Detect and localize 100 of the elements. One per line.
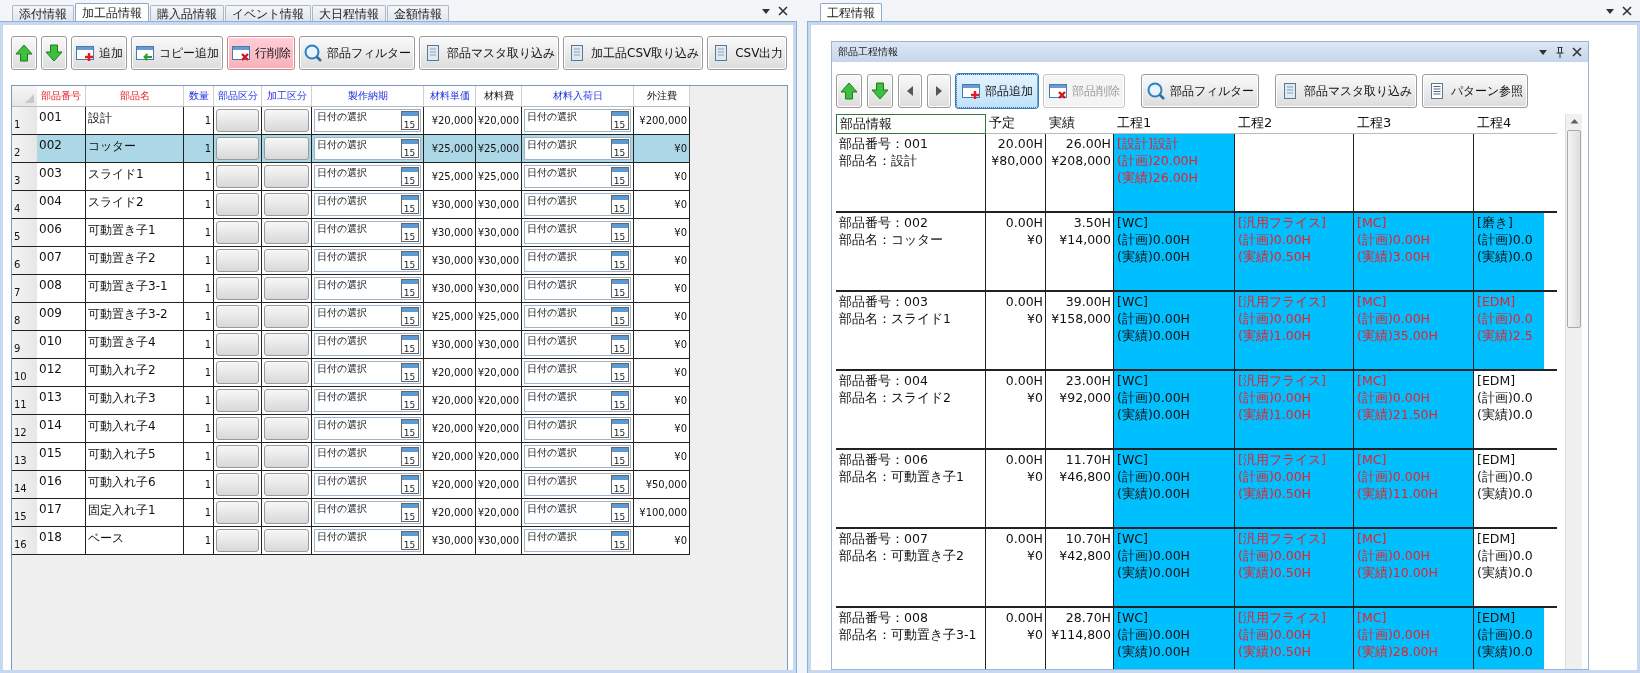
actual-cost: ¥14,000 [1059,231,1111,248]
process-cell[interactable]: [WC] (計画)0.00H (実績)0.00H [1114,292,1235,369]
row-number: 8 [12,303,37,330]
actual-cost: ¥42,800 [1059,547,1111,564]
planned-time: (計画)0.0 [1477,231,1534,248]
row-number: 12 [12,415,37,442]
import-button[interactable]: 部品マスタ取り込み [1275,74,1417,108]
planned-hours: 0.00H [1005,451,1043,468]
planned-time: (計画)0.00H [1117,231,1191,248]
table-cell: 008 [37,275,86,302]
process-cell[interactable]: [EDM] (計画)0.0 (実績)0.0 [1474,608,1544,669]
part-number: 部品番号：001 [839,135,929,152]
part-number: 部品番号：003 [839,293,929,310]
planned-time: (計画)0.00H [1357,310,1431,327]
process-cell[interactable]: [WC] (計画)0.00H (実績)0.00H [1114,529,1235,606]
table-cell: ¥0 [634,303,690,330]
import-button[interactable]: 加工品CSV取り込み [563,36,704,70]
table-cell: ¥0 [634,275,690,302]
process-name: [汎用フライス] [1238,451,1327,468]
part-name: 部品名：可動置き子2 [839,547,965,564]
table-cell: ¥30,000 [476,275,522,302]
actual-time: (実績)3.00H [1357,248,1431,265]
process-cell[interactable]: [磨き] (計画)0.0 (実績)0.0 [1474,213,1544,290]
pattern-button[interactable]: パターン参照 [1422,74,1528,108]
column-header[interactable]: 材料入荷日 [522,86,634,106]
column-header[interactable]: 部品情報 [836,114,986,134]
table-cell: ¥20,000 [424,359,476,386]
table-cell: ¥0 [634,415,690,442]
actual-hours: 3.50H [1073,214,1111,231]
planned-time: (計画)0.0 [1477,626,1534,643]
copy-add-button[interactable]: コピー追加 [131,36,223,70]
process-name: [MC] [1357,609,1388,626]
table-cell: 1 [184,303,214,330]
column-header[interactable]: 工程1 [1114,114,1235,134]
row-number: 10 [12,359,37,386]
part-number: 部品番号：007 [839,530,929,547]
table-cell: ¥20,000 [476,415,522,442]
table-cell: ¥30,000 [476,219,522,246]
column-header[interactable]: 製作納期 [312,86,424,106]
process-cell[interactable]: [WC] (計画)0.00H (実績)0.00H [1114,608,1235,669]
actual-hours: 28.70H [1065,609,1111,626]
process-cell[interactable]: [WC] (計画)0.00H (実績)0.00H [1114,371,1235,448]
actual-time: (実績)26.00H [1117,169,1199,186]
part-name: 部品名：可動置き子3-1 [839,626,978,643]
planned-cost: ¥0 [1027,310,1043,327]
process-name: [WC] [1117,214,1149,231]
add-button[interactable]: 部品追加 [956,74,1038,108]
planned-time: (計画)0.00H [1238,626,1312,643]
process-cell[interactable]: [WC] (計画)0.00H (実績)0.00H [1114,213,1235,290]
actual-time: (実績)10.00H [1357,564,1439,581]
planned-time: (計画)0.0 [1477,547,1534,564]
column-header[interactable]: 実績 [1046,114,1114,134]
actual-time: (実績)2.5 [1477,327,1534,344]
planned-hours: 0.00H [1005,214,1043,231]
column-header[interactable]: 部品番号 [37,86,86,106]
add-button[interactable]: 追加 [71,36,127,70]
planned-cost: ¥0 [1027,389,1043,406]
table-cell: ¥30,000 [424,527,476,554]
actual-hours: 11.70H [1065,451,1111,468]
import-button[interactable]: CSV出力 [707,36,788,70]
process-cell[interactable]: [WC] (計画)0.00H (実績)0.00H [1114,450,1235,527]
table-cell: 1 [184,107,214,134]
table-cell: 013 [37,387,86,414]
planned-time: (計画)0.0 [1477,389,1534,406]
column-header[interactable]: 部品名 [86,86,184,106]
column-header[interactable]: 材料費 [476,86,522,106]
column-header[interactable]: 予定 [986,114,1046,134]
column-header[interactable]: 工程3 [1354,114,1474,134]
planned-time: (計画)0.00H [1357,389,1431,406]
table-cell: 可動置き子1 [86,219,184,246]
column-header[interactable]: 外注費 [634,86,690,106]
process-cell[interactable]: [EDM] (計画)0.0 (実績)0.0 [1474,529,1544,606]
delete-button[interactable]: 行削除 [227,36,295,70]
actual-hours: 26.00H [1065,135,1111,152]
column-header[interactable]: 加工区分 [262,86,312,106]
filter-button[interactable]: 部品フィルター [1141,74,1259,108]
table-cell: ¥0 [634,387,690,414]
actual-time: (実績)0.00H [1117,248,1191,265]
table-cell: 可動置き子3-2 [86,303,184,330]
import-button[interactable]: 部品マスタ取り込み [419,36,559,70]
row-number: 13 [12,443,37,470]
table-cell: ¥25,000 [424,303,476,330]
column-header[interactable]: 数量 [184,86,214,106]
process-name: [EDM] [1477,293,1517,310]
process-cell[interactable]: [EDM] (計画)0.0 (実績)0.0 [1474,450,1544,527]
table-cell: 1 [184,359,214,386]
planned-cost: ¥0 [1027,468,1043,485]
planned-time: (計画)0.0 [1477,310,1534,327]
column-header[interactable]: 材料単価 [424,86,476,106]
table-cell: 002 [37,135,86,162]
table-cell: 1 [184,415,214,442]
actual-time: (実績)0.0 [1477,485,1534,502]
column-header[interactable]: 工程2 [1235,114,1354,134]
process-cell[interactable]: [EDM] (計画)0.0 (実績)0.0 [1474,371,1544,448]
column-header[interactable]: 工程4 [1474,114,1544,134]
table-cell: 可動入れ子6 [86,471,184,498]
column-header[interactable]: 部品区分 [214,86,262,106]
actual-hours: 10.70H [1065,530,1111,547]
row-number: 2 [12,135,37,162]
filter-button[interactable]: 部品フィルター [299,36,415,70]
